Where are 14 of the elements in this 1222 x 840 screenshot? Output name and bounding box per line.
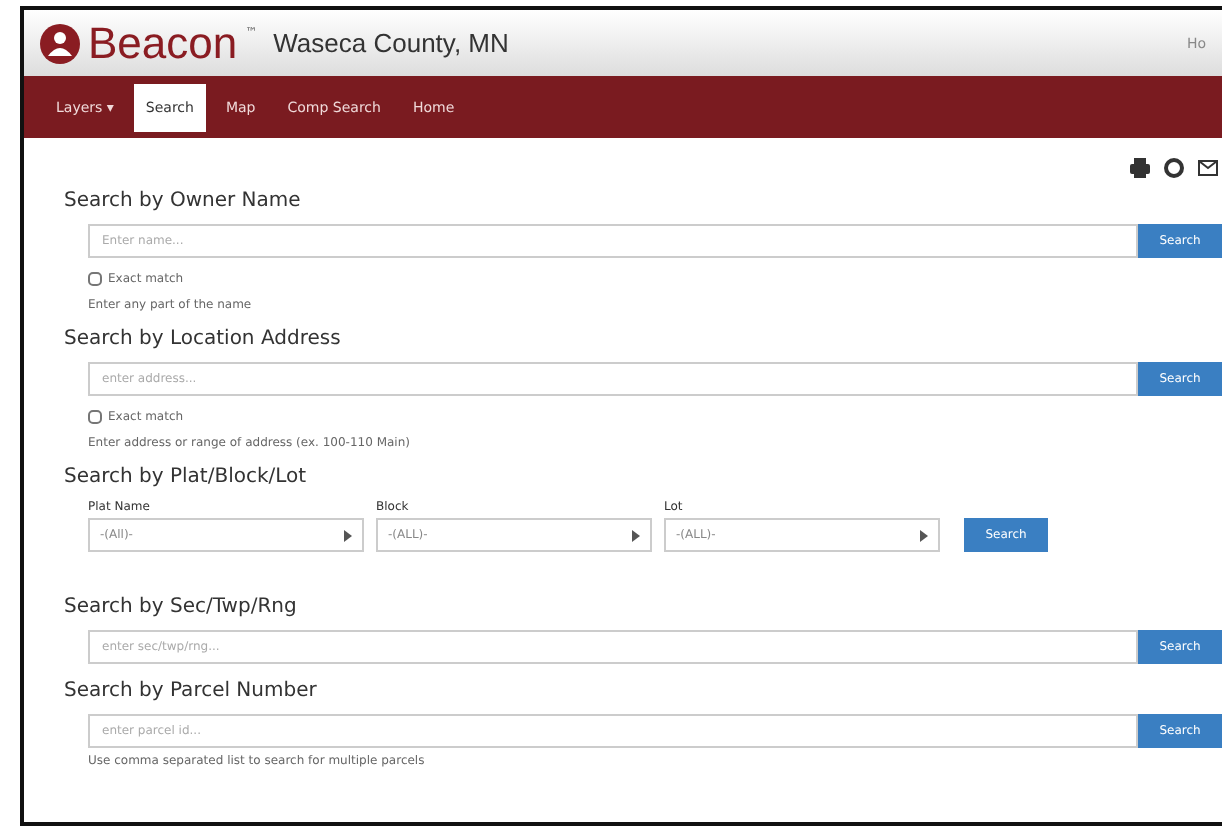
section-title: Search by Location Address xyxy=(64,328,343,350)
logo-text: Beacon xyxy=(88,17,238,69)
exact-match-checkbox[interactable] xyxy=(88,272,102,286)
section-title: Search by Sec/Twp/Rng xyxy=(64,596,299,618)
county-name: Waseca County, MN xyxy=(273,28,509,58)
section-title: Search by Owner Name xyxy=(64,190,303,212)
caret-icon xyxy=(632,529,640,541)
section-title: Search by Parcel Number xyxy=(64,680,319,702)
caret-icon xyxy=(344,529,352,541)
section-title: Search by Plat/Block/Lot xyxy=(64,466,309,488)
mail-icon[interactable] xyxy=(1198,158,1218,178)
logo-icon xyxy=(40,23,80,63)
exact-match-checkbox[interactable] xyxy=(88,410,102,424)
caret-icon xyxy=(920,529,928,541)
